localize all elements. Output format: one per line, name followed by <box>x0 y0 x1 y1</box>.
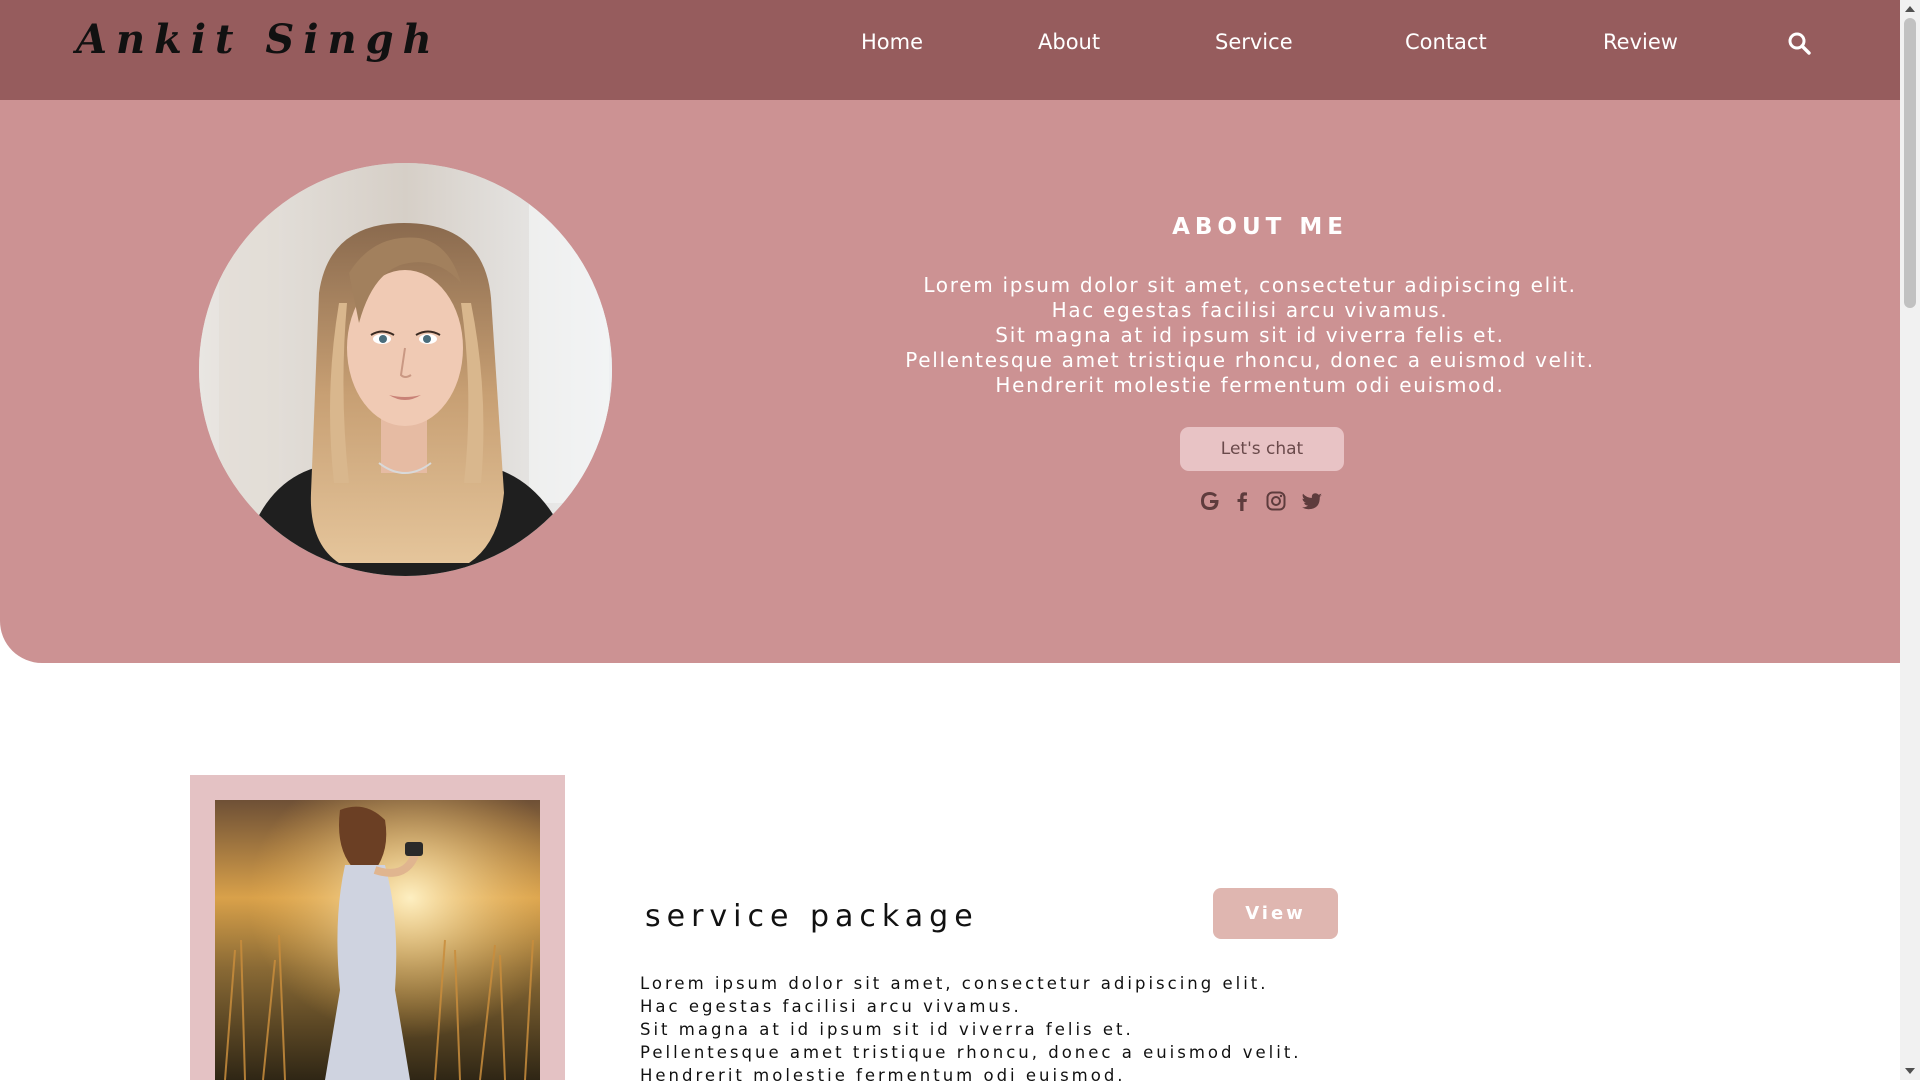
scrollbar-thumb[interactable] <box>1904 18 1916 308</box>
facebook-icon[interactable] <box>1230 489 1254 513</box>
service-line: Lorem ipsum dolor sit amet, consectetur … <box>640 974 1269 993</box>
search-icon[interactable] <box>1787 31 1811 55</box>
service-image-frame <box>190 775 565 1080</box>
service-line: Pellentesque amet tristique rhoncu, done… <box>640 1043 1302 1062</box>
profile-photo <box>199 163 612 576</box>
lets-chat-button[interactable]: Let's chat <box>1180 427 1344 471</box>
service-line: Hendrerit molestie fermentum odi euismod… <box>640 1066 1126 1085</box>
view-button[interactable]: View <box>1213 888 1338 939</box>
nav-service[interactable]: Service <box>1215 30 1293 54</box>
nav-contact[interactable]: Contact <box>1405 30 1487 54</box>
nav-review[interactable]: Review <box>1603 30 1678 54</box>
service-line: Sit magna at id ipsum sit id viverra fel… <box>640 1020 1134 1039</box>
about-line: Pellentesque amet tristique rhoncu, done… <box>905 348 1595 372</box>
google-icon[interactable] <box>1198 489 1222 513</box>
service-title: service package <box>645 899 979 934</box>
service-description: Lorem ipsum dolor sit amet, consectetur … <box>640 972 1302 1087</box>
about-line: Hac egestas facilisi arcu vivamus. <box>1051 298 1449 322</box>
scroll-down-arrow-icon[interactable] <box>1905 1068 1915 1074</box>
site-logo[interactable]: Ankit Singh <box>76 16 441 63</box>
nav-about[interactable]: About <box>1038 30 1100 54</box>
nav-home[interactable]: Home <box>861 30 923 54</box>
service-photo <box>215 800 540 1080</box>
scroll-up-arrow-icon[interactable] <box>1905 6 1915 12</box>
about-description: Lorem ipsum dolor sit amet, consectetur … <box>860 273 1640 398</box>
about-line: Sit magna at id ipsum sit id viverra fel… <box>995 323 1505 347</box>
about-section: ABOUT ME Lorem ipsum dolor sit amet, con… <box>0 100 1900 663</box>
service-line: Hac egestas facilisi arcu vivamus. <box>640 997 1022 1016</box>
about-line: Lorem ipsum dolor sit amet, consectetur … <box>923 273 1577 297</box>
navbar: Ankit Singh Home About Service Contact R… <box>0 0 1900 100</box>
instagram-icon[interactable] <box>1264 489 1288 513</box>
twitter-icon[interactable] <box>1300 489 1324 513</box>
about-line: Hendrerit molestie fermentum odi euismod… <box>995 373 1505 397</box>
about-title: ABOUT ME <box>1172 214 1348 240</box>
page-scrollbar[interactable] <box>1900 0 1920 1080</box>
